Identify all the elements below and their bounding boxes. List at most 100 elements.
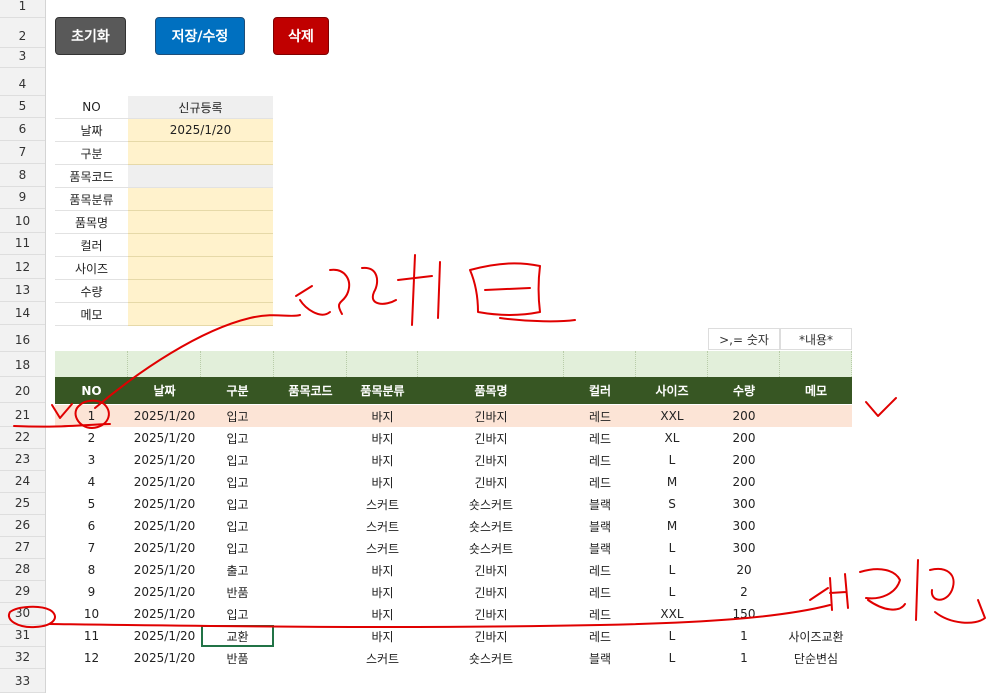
table-cell[interactable]: 1 (708, 625, 780, 647)
table-cell[interactable]: 스커트 (347, 515, 418, 537)
table-cell[interactable]: 200 (708, 405, 780, 427)
table-cell[interactable]: 숏스커트 (418, 647, 564, 669)
row-number[interactable]: 33 (0, 674, 45, 688)
table-cell[interactable]: 바지 (347, 559, 418, 581)
table-cell[interactable]: 긴바지 (418, 449, 564, 471)
table-cell[interactable] (274, 559, 347, 581)
form-value-field[interactable]: 2025/1/20 (128, 119, 273, 142)
form-value-field[interactable] (128, 165, 273, 188)
row-number[interactable]: 2 (0, 29, 45, 43)
row-number[interactable]: 7 (0, 145, 45, 159)
table-cell[interactable]: 7 (55, 537, 128, 559)
table-row[interactable]: 10 2025/1/20 입고 바지 긴바지 레드 XXL 150 (55, 603, 852, 625)
table-cell[interactable]: 바지 (347, 405, 418, 427)
table-cell[interactable]: 스커트 (347, 537, 418, 559)
filter-cell[interactable] (55, 351, 128, 377)
table-cell[interactable]: 9 (55, 581, 128, 603)
table-cell[interactable]: 레드 (564, 405, 636, 427)
column-header[interactable]: 품목분류 (347, 377, 418, 404)
column-header[interactable]: 사이즈 (636, 377, 708, 404)
column-header[interactable]: 품목코드 (274, 377, 347, 404)
filter-cell[interactable] (418, 351, 564, 377)
row-number[interactable]: 14 (0, 306, 45, 320)
filter-cell[interactable] (201, 351, 274, 377)
table-cell[interactable]: S (636, 493, 708, 515)
row-number[interactable]: 4 (0, 77, 45, 91)
form-value-field[interactable] (128, 142, 273, 165)
table-cell[interactable]: 200 (708, 427, 780, 449)
table-cell[interactable]: L (636, 449, 708, 471)
row-number[interactable]: 29 (0, 584, 45, 598)
table-cell[interactable]: 5 (55, 493, 128, 515)
table-cell[interactable]: 레드 (564, 427, 636, 449)
table-cell[interactable]: 반품 (201, 581, 274, 603)
table-cell[interactable]: 입고 (201, 537, 274, 559)
filter-cell[interactable] (274, 351, 347, 377)
column-header[interactable]: 구분 (201, 377, 274, 404)
table-cell[interactable] (274, 471, 347, 493)
reset-button[interactable]: 초기화 (55, 17, 126, 55)
row-number[interactable]: 5 (0, 99, 45, 113)
table-cell[interactable]: 3 (55, 449, 128, 471)
table-row[interactable]: 5 2025/1/20 입고 스커트 숏스커트 블랙 S 300 (55, 493, 852, 515)
filter-cell[interactable] (636, 351, 708, 377)
table-cell[interactable]: 스커트 (347, 493, 418, 515)
row-number[interactable]: 9 (0, 190, 45, 204)
row-number[interactable]: 25 (0, 496, 45, 510)
column-header[interactable]: NO (55, 377, 128, 404)
table-row[interactable]: 9 2025/1/20 반품 바지 긴바지 레드 L 2 (55, 581, 852, 603)
table-cell[interactable]: 긴바지 (418, 581, 564, 603)
table-cell[interactable]: 입고 (201, 471, 274, 493)
table-cell[interactable]: 출고 (201, 559, 274, 581)
table-cell[interactable] (274, 427, 347, 449)
row-number[interactable]: 16 (0, 333, 45, 347)
table-cell[interactable] (274, 515, 347, 537)
form-value-field[interactable] (128, 234, 273, 257)
row-number[interactable]: 1 (0, 0, 45, 13)
table-cell[interactable]: 바지 (347, 427, 418, 449)
table-cell[interactable]: 레드 (564, 449, 636, 471)
table-cell[interactable]: 블랙 (564, 647, 636, 669)
table-cell[interactable]: 레드 (564, 625, 636, 647)
table-row[interactable]: 12 2025/1/20 반품 스커트 숏스커트 블랙 L 1 단순변심 (55, 647, 852, 669)
row-number[interactable]: 11 (0, 236, 45, 250)
row-number[interactable]: 27 (0, 540, 45, 554)
table-cell[interactable]: 2025/1/20 (128, 471, 201, 493)
table-cell[interactable]: 숏스커트 (418, 493, 564, 515)
table-cell[interactable]: 300 (708, 537, 780, 559)
table-cell[interactable]: L (636, 625, 708, 647)
table-cell[interactable]: 2025/1/20 (128, 405, 201, 427)
table-cell[interactable]: 8 (55, 559, 128, 581)
table-cell[interactable]: 300 (708, 493, 780, 515)
table-cell[interactable]: 입고 (201, 493, 274, 515)
table-cell[interactable]: 블랙 (564, 493, 636, 515)
column-header[interactable]: 수량 (708, 377, 780, 404)
row-number[interactable]: 6 (0, 122, 45, 136)
table-cell[interactable]: 2025/1/20 (128, 625, 201, 647)
table-cell[interactable] (780, 537, 852, 559)
table-cell[interactable]: 긴바지 (418, 625, 564, 647)
table-cell[interactable]: XXL (636, 405, 708, 427)
table-cell[interactable]: 2025/1/20 (128, 537, 201, 559)
filter-cell[interactable] (708, 351, 780, 377)
save-edit-button[interactable]: 저장/수정 (155, 17, 245, 55)
table-cell[interactable]: L (636, 537, 708, 559)
table-cell[interactable] (274, 625, 347, 647)
table-cell[interactable]: 긴바지 (418, 603, 564, 625)
table-row[interactable]: 8 2025/1/20 출고 바지 긴바지 레드 L 20 (55, 559, 852, 581)
table-row[interactable]: 11 2025/1/20 교환 바지 긴바지 레드 L 1 사이즈교환 (55, 625, 852, 647)
form-value-field[interactable] (128, 280, 273, 303)
table-cell[interactable]: 2025/1/20 (128, 427, 201, 449)
table-cell[interactable]: 반품 (201, 647, 274, 669)
table-cell[interactable] (780, 493, 852, 515)
column-header[interactable]: 컬러 (564, 377, 636, 404)
column-header[interactable]: 메모 (780, 377, 852, 404)
table-row[interactable]: 7 2025/1/20 입고 스커트 숏스커트 블랙 L 300 (55, 537, 852, 559)
table-cell[interactable]: 바지 (347, 603, 418, 625)
table-cell[interactable]: 블랙 (564, 515, 636, 537)
table-cell[interactable]: 2 (55, 427, 128, 449)
table-cell[interactable]: 2025/1/20 (128, 559, 201, 581)
row-number[interactable]: 20 (0, 384, 45, 398)
table-cell[interactable]: 레드 (564, 559, 636, 581)
row-number[interactable]: 18 (0, 358, 45, 372)
